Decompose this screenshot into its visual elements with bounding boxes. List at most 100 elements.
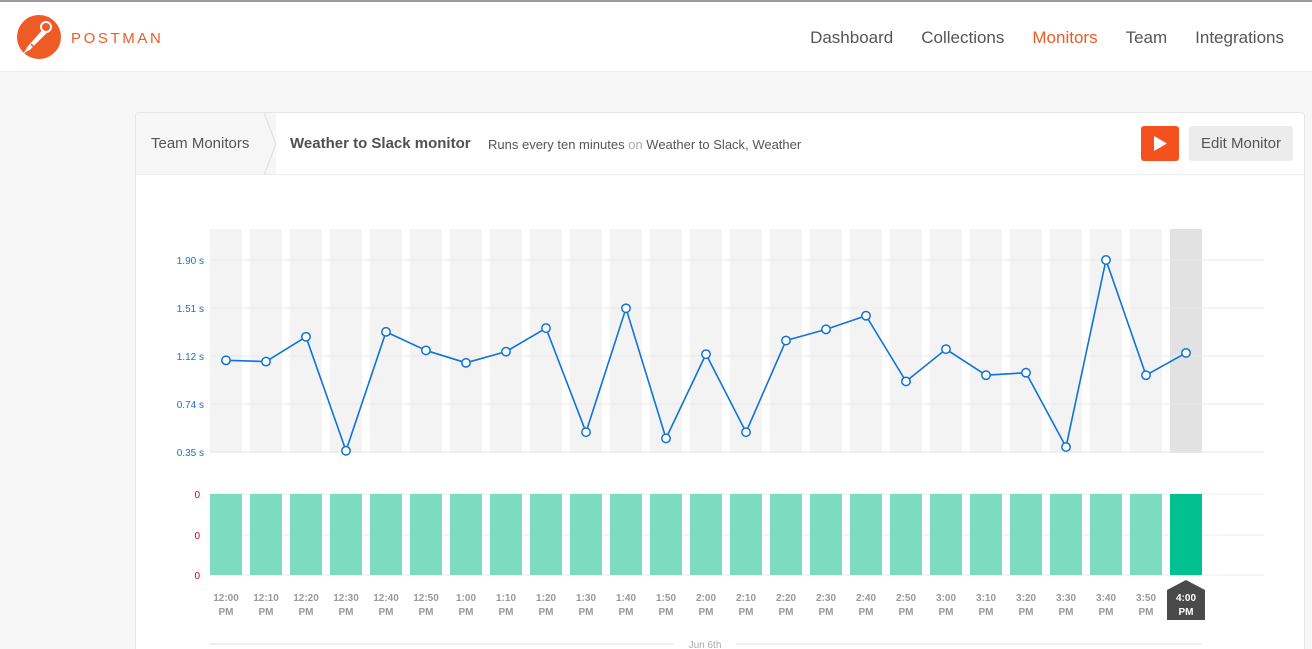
response-time-point[interactable] [1061, 442, 1071, 452]
run-status-bar[interactable] [490, 494, 522, 575]
run-status-bar[interactable] [250, 494, 282, 575]
run-status-bar[interactable] [410, 494, 442, 575]
run-column[interactable] [410, 229, 442, 453]
response-time-point[interactable] [821, 324, 831, 335]
x-tick-label: 2:10 [736, 593, 756, 604]
x-tick-label: 12:30 [333, 593, 359, 604]
run-column[interactable] [1010, 229, 1042, 453]
y-tick-label: 0.35 s [177, 448, 204, 459]
response-time-point[interactable] [981, 370, 991, 381]
run-status-bar[interactable] [930, 494, 962, 575]
run-status-bar[interactable] [850, 494, 882, 575]
response-time-point[interactable] [1101, 255, 1111, 265]
run-column[interactable] [250, 229, 282, 453]
x-tick-label: PM [979, 607, 994, 618]
run-column[interactable] [730, 229, 762, 453]
run-column[interactable] [1050, 229, 1082, 453]
x-tick-label: PM [459, 607, 474, 618]
response-time-point[interactable] [1021, 367, 1031, 378]
response-time-point[interactable] [381, 326, 391, 337]
x-tick-label: PM [219, 607, 234, 618]
y-tick-label: 1.90 s [177, 256, 204, 267]
response-time-point[interactable] [781, 335, 791, 346]
run-status-bar[interactable] [450, 494, 482, 575]
run-column[interactable] [370, 229, 402, 453]
x-tick-label: 2:00 [696, 593, 716, 604]
run-column[interactable] [930, 229, 962, 453]
run-status-bar[interactable] [1050, 494, 1082, 575]
run-column[interactable] [1170, 229, 1202, 453]
run-status-bar[interactable] [650, 494, 682, 575]
x-tick-label: PM [259, 607, 274, 618]
run-column[interactable] [890, 229, 922, 453]
x-tick-label: PM [379, 607, 394, 618]
response-time-point[interactable] [221, 355, 231, 366]
x-tick-label: PM [1099, 607, 1114, 618]
response-time-point[interactable] [941, 344, 951, 355]
run-column[interactable] [570, 229, 602, 453]
response-time-point[interactable] [461, 357, 471, 368]
run-status-bar[interactable] [210, 494, 242, 575]
response-time-point[interactable] [1141, 370, 1151, 381]
x-tick-label: PM [739, 607, 754, 618]
response-time-point[interactable] [301, 331, 311, 342]
run-status-bar[interactable] [730, 494, 762, 575]
x-tick-label: 12:10 [253, 593, 279, 604]
run-column[interactable] [810, 229, 842, 453]
run-status-bar[interactable] [1010, 494, 1042, 575]
run-status-bar[interactable] [610, 494, 642, 575]
run-status-bar[interactable] [1170, 494, 1202, 575]
run-status-bar[interactable] [290, 494, 322, 575]
response-time-point[interactable] [901, 376, 911, 387]
run-column[interactable] [970, 229, 1002, 453]
run-status-bar[interactable] [1130, 494, 1162, 575]
run-column[interactable] [690, 229, 722, 453]
run-column[interactable] [490, 229, 522, 453]
run-status-bar[interactable] [690, 494, 722, 575]
run-column[interactable] [450, 229, 482, 453]
run-status-bar[interactable] [890, 494, 922, 575]
x-tick-label: 3:00 [936, 593, 956, 604]
response-time-point[interactable] [581, 427, 591, 438]
run-status-bar[interactable] [330, 494, 362, 575]
response-time-point[interactable] [541, 323, 551, 334]
y-tick-label: 1.12 s [177, 352, 204, 363]
response-time-point[interactable] [421, 345, 431, 356]
response-time-point[interactable] [621, 303, 631, 314]
x-tick-label: PM [819, 607, 834, 618]
run-status-bar[interactable] [370, 494, 402, 575]
x-tick-label: PM [1019, 607, 1034, 618]
run-status-bar[interactable] [970, 494, 1002, 575]
x-tick-label: 12:50 [413, 593, 439, 604]
response-time-point[interactable] [741, 427, 751, 438]
x-tick-label: 4:00 [1176, 593, 1196, 604]
response-time-point[interactable] [1181, 347, 1191, 358]
response-time-point[interactable] [701, 349, 711, 360]
x-tick-label: 3:10 [976, 593, 996, 604]
x-tick-label: PM [779, 607, 794, 618]
x-tick-label: 3:20 [1016, 593, 1036, 604]
x-tick-label: 12:00 [213, 593, 239, 604]
response-time-point[interactable] [861, 310, 871, 321]
y-tick-label: 1.51 s [177, 304, 204, 315]
run-column[interactable] [530, 229, 562, 453]
response-time-point[interactable] [501, 346, 511, 357]
run-column[interactable] [850, 229, 882, 453]
run-column[interactable] [210, 229, 242, 453]
response-time-point[interactable] [341, 445, 351, 456]
run-status-bar[interactable] [570, 494, 602, 575]
response-time-point[interactable] [261, 356, 271, 367]
run-status-bar[interactable] [530, 494, 562, 575]
monitor-run-charts: 0.35 s 0.74 s 1.12 s 1.51 s 1.90 s 0 0 0 12:00 PM… [177, 229, 1264, 649]
x-tick-label: PM [499, 607, 514, 618]
run-status-bar[interactable] [1090, 494, 1122, 575]
response-time-point[interactable] [661, 433, 671, 444]
bar-y-tick-label: 0 [194, 490, 200, 501]
run-status-bar[interactable] [810, 494, 842, 575]
y-tick-label: 0.74 s [177, 400, 204, 411]
run-column[interactable] [650, 229, 682, 453]
x-tick-label: PM [299, 607, 314, 618]
bar-y-tick-label: 0 [194, 571, 200, 582]
x-tick-label: 12:40 [373, 593, 399, 604]
run-status-bar[interactable] [770, 494, 802, 575]
